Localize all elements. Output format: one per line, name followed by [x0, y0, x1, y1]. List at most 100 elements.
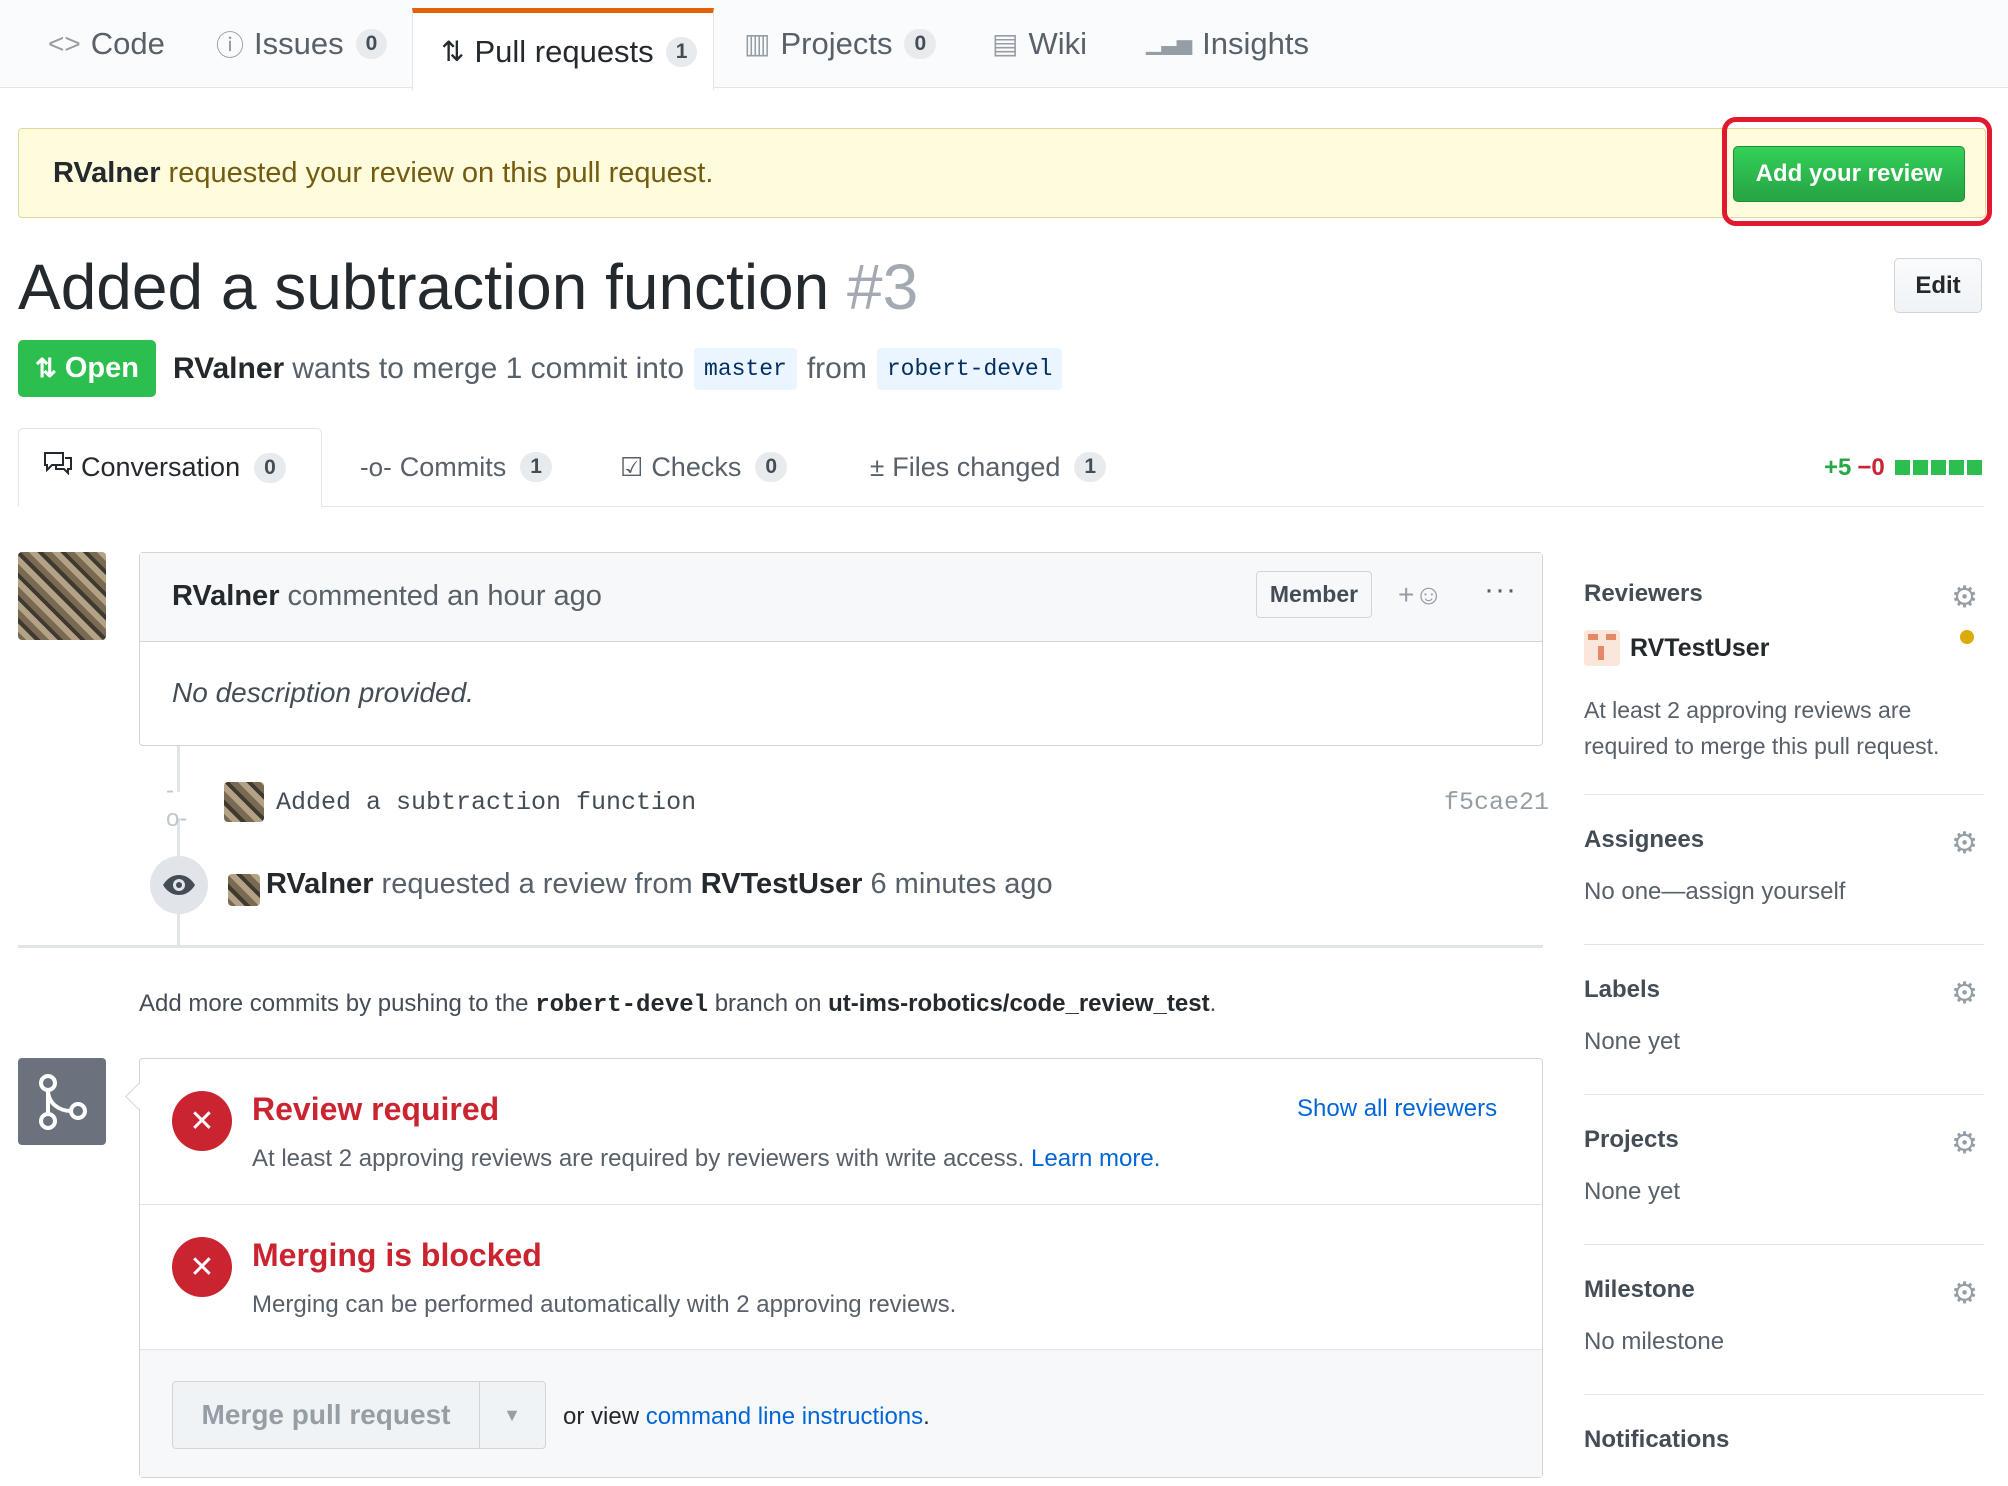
- review-required-desc: At least 2 approving reviews are require…: [252, 1145, 1160, 1173]
- tab-issues[interactable]: ⓘ Issues 0: [216, 0, 388, 87]
- learn-more-link[interactable]: Learn more.: [1031, 1145, 1160, 1172]
- tab-checks-count: 0: [755, 452, 788, 482]
- tab-pull-requests-label: Pull requests: [474, 33, 654, 69]
- sidebar-notifications: Notifications: [1584, 1426, 1984, 1454]
- tab-commits-count: 1: [520, 452, 552, 482]
- head-branch[interactable]: robert-devel: [876, 348, 1063, 390]
- timeline-line: [177, 746, 180, 946]
- pull-request-icon: ⇅: [441, 36, 465, 67]
- more-options-icon[interactable]: ···: [1484, 573, 1517, 607]
- milestone-value: No milestone: [1584, 1328, 1725, 1355]
- reviewer-avatar: [1584, 630, 1620, 666]
- event-actor[interactable]: RValner: [266, 868, 373, 900]
- tab-wiki[interactable]: ▤ Wiki: [992, 0, 1087, 87]
- diffstat-block: [1894, 460, 1910, 475]
- diffstat-deletions: −0: [1857, 454, 1885, 481]
- comment-body: No description provided.: [172, 677, 474, 708]
- tab-issues-label: Issues: [254, 25, 344, 61]
- commit-avatar[interactable]: [224, 782, 264, 822]
- comment-author-line: RValner commented an hour ago: [172, 580, 602, 613]
- event-time[interactable]: 6 minutes ago: [871, 868, 1053, 900]
- timeline-divider: [18, 945, 1543, 948]
- diffstat-blocks: [1894, 454, 1985, 482]
- hint-repo[interactable]: ut-ims-robotics/code_review_test: [828, 990, 1209, 1017]
- notifications-heading: Notifications: [1584, 1426, 1730, 1453]
- gear-icon[interactable]: ⚙: [1951, 1276, 1978, 1311]
- commit-sha[interactable]: f5cae21: [1444, 788, 1549, 817]
- sidebar-labels: Labels ⚙ None yet: [1584, 976, 1984, 1056]
- x-circle-icon: ✕: [172, 1237, 232, 1297]
- pull-request-icon: ⇅: [35, 353, 57, 383]
- tab-code[interactable]: <> Code: [48, 0, 165, 87]
- merging-blocked-desc: Merging can be performed automatically w…: [252, 1291, 957, 1318]
- reviewer-item[interactable]: RVTestUser: [1584, 630, 1769, 666]
- merge-pull-request-button[interactable]: Merge pull request: [173, 1382, 480, 1448]
- merge-separator: [140, 1204, 1542, 1205]
- gear-icon[interactable]: ⚙: [1951, 1126, 1978, 1161]
- base-branch[interactable]: master: [694, 348, 797, 390]
- command-line-link[interactable]: command line instructions: [646, 1403, 923, 1430]
- merge-footer: Merge pull request ▼ or view command lin…: [140, 1349, 1542, 1477]
- cli-period: .: [923, 1403, 930, 1430]
- diffstat: +5 −0: [1824, 454, 1985, 482]
- merge-box-caret: [125, 1083, 152, 1110]
- avatar[interactable]: [18, 552, 106, 640]
- checklist-icon: ☑: [620, 451, 644, 482]
- git-commit-icon: -o-: [360, 451, 392, 482]
- file-diff-icon: ±: [870, 451, 885, 482]
- tab-pull-requests-count: 1: [665, 36, 698, 67]
- pr-author[interactable]: RValner: [173, 352, 284, 386]
- tab-files-changed-label: Files changed: [892, 451, 1061, 482]
- sidebar-projects: Projects ⚙ None yet: [1584, 1126, 1984, 1206]
- pr-title: Added a subtraction function #3: [18, 250, 918, 324]
- tab-projects-count: 0: [904, 28, 937, 59]
- eye-icon: [150, 856, 208, 914]
- edit-button[interactable]: Edit: [1894, 258, 1982, 313]
- labels-value: None yet: [1584, 1028, 1681, 1055]
- comment-author[interactable]: RValner: [172, 580, 279, 612]
- tab-commits[interactable]: -o- Commits 1: [360, 428, 552, 506]
- pr-from-text: from: [806, 352, 867, 385]
- tab-insights[interactable]: ▁▃▅ Insights: [1146, 0, 1309, 87]
- tab-projects[interactable]: ▥ Projects 0: [744, 0, 937, 87]
- chevron-down-icon[interactable]: ▼: [479, 1382, 545, 1448]
- gear-icon[interactable]: ⚙: [1951, 976, 1978, 1011]
- comment-box: RValner commented an hour ago Member +☺ …: [139, 552, 1543, 746]
- sidebar-reviewers: Reviewers ⚙ RVTestUser At least 2 approv…: [1584, 580, 1984, 770]
- diffstat-additions: +5: [1824, 454, 1852, 481]
- event-target[interactable]: RVTestUser: [701, 868, 863, 900]
- x-circle-icon: ✕: [172, 1091, 232, 1151]
- comment-time[interactable]: commented an hour ago: [288, 580, 602, 612]
- labels-heading: Labels: [1584, 976, 1661, 1003]
- tab-checks[interactable]: ☑ Checks 0: [620, 428, 788, 506]
- sidebar-divider: [1584, 794, 1984, 795]
- review-request-banner: RValner requested your review on this pu…: [18, 128, 1986, 218]
- project-icon: ▥: [744, 28, 771, 59]
- tab-files-changed[interactable]: ± Files changed 1: [870, 428, 1107, 506]
- milestone-heading: Milestone: [1584, 1276, 1695, 1303]
- show-all-reviewers-link[interactable]: Show all reviewers: [1297, 1095, 1497, 1123]
- gear-icon[interactable]: ⚙: [1951, 826, 1978, 861]
- hint-branch: robert-devel: [535, 992, 709, 1019]
- tab-conversation[interactable]: Conversation 0: [18, 428, 322, 507]
- tab-wiki-label: Wiki: [1028, 25, 1088, 61]
- issue-icon: ⓘ: [216, 29, 245, 61]
- banner-user[interactable]: RValner: [53, 157, 160, 189]
- reviewers-heading: Reviewers: [1584, 580, 1703, 607]
- diffstat-block: [1948, 460, 1964, 475]
- tab-insights-label: Insights: [1202, 25, 1309, 61]
- commit-message[interactable]: Added a subtraction function: [276, 788, 696, 817]
- add-reaction-icon[interactable]: +☺: [1398, 579, 1443, 611]
- merge-button-group: Merge pull request ▼: [172, 1381, 546, 1449]
- tab-pull-requests[interactable]: ⇅ Pull requests 1: [412, 8, 714, 90]
- pr-meta: RValner wants to merge 1 commit into mas…: [173, 348, 1072, 390]
- add-your-review-button[interactable]: Add your review: [1733, 146, 1965, 202]
- assignees-value[interactable]: No one—assign yourself: [1584, 878, 1984, 906]
- pr-merge-text: wants to merge 1 commit into: [292, 352, 685, 385]
- banner-text: requested your review on this pull reque…: [168, 157, 714, 189]
- gear-icon[interactable]: ⚙: [1951, 580, 1978, 615]
- comment-header: RValner commented an hour ago Member +☺ …: [140, 553, 1542, 642]
- event-avatar[interactable]: [228, 874, 260, 906]
- comment-discussion-icon: [43, 451, 73, 484]
- event-text: requested a review from: [381, 868, 693, 900]
